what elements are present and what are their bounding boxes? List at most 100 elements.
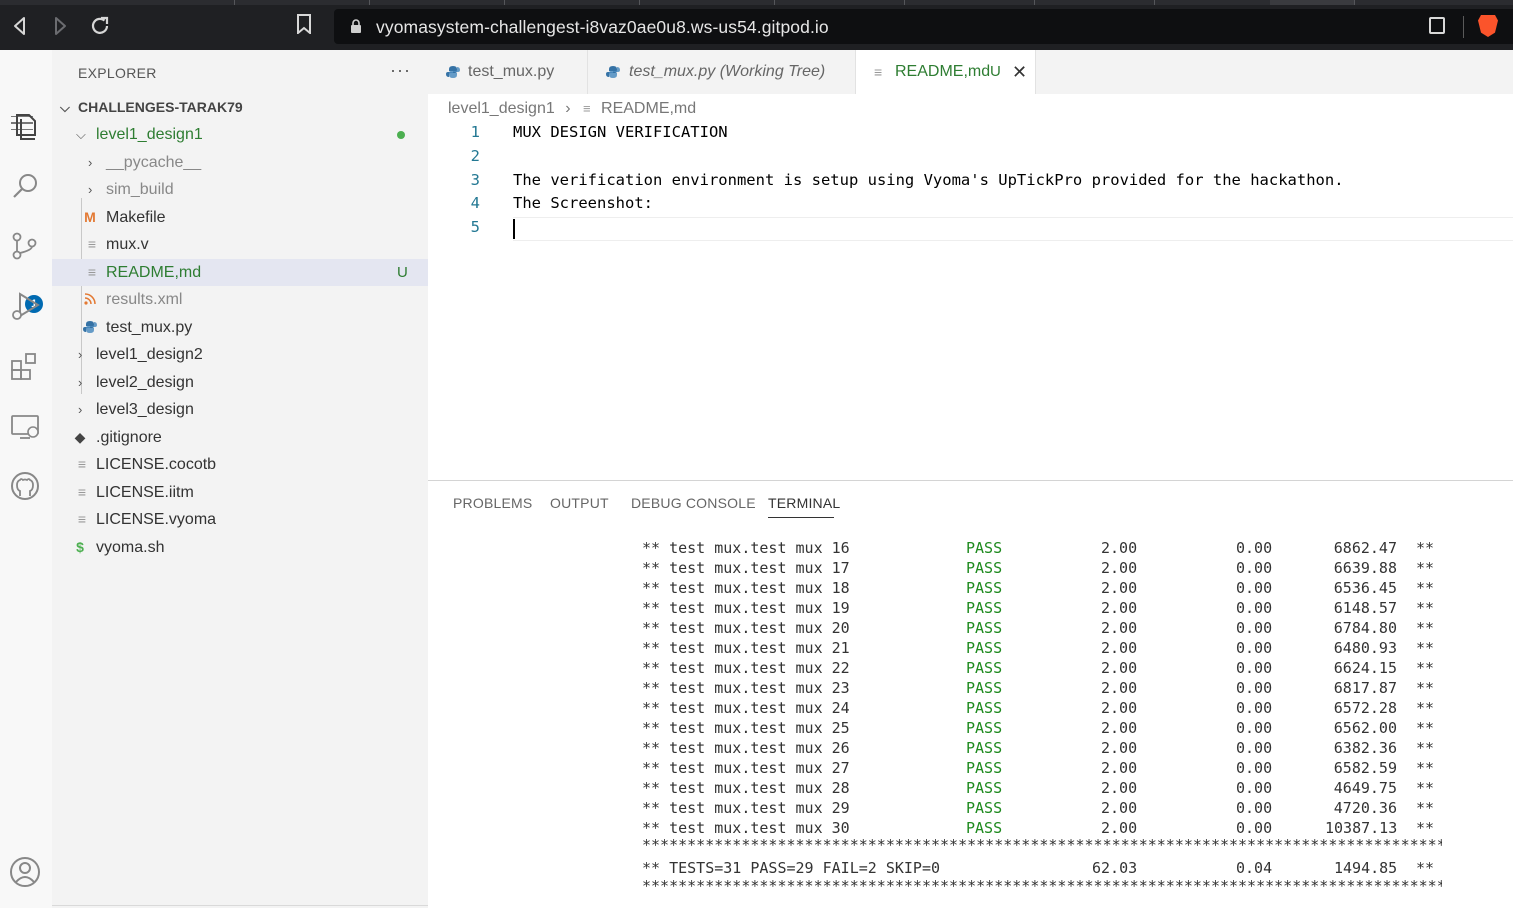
browser-tab[interactable] xyxy=(0,0,235,5)
forward-icon[interactable] xyxy=(48,14,72,38)
back-icon[interactable] xyxy=(8,14,32,38)
more-actions-icon[interactable]: ··· xyxy=(390,60,411,81)
extensions-icon[interactable] xyxy=(0,340,52,388)
github-icon[interactable] xyxy=(0,460,52,508)
test-result: PASS xyxy=(966,639,1003,657)
sim-time: 2.00 xyxy=(1101,779,1138,797)
test-name: ** test mux.test mux 24 xyxy=(642,699,850,717)
editor-area[interactable]: 1 MUX DESIGN VERIFICATION 2 3 The verifi… xyxy=(428,120,1513,480)
test-name: ** test mux.test mux 27 xyxy=(642,759,850,777)
browser-tab[interactable] xyxy=(370,0,505,5)
tree-item-makefile[interactable]: M Makefile xyxy=(52,204,428,231)
tree-item-vyoma-sh[interactable]: $ vyoma.sh xyxy=(52,534,428,561)
real-time: 0.00 xyxy=(1236,619,1273,637)
browser-tab-active[interactable] xyxy=(1270,0,1355,5)
tree-item-label: vyoma.sh xyxy=(96,539,165,556)
tree-item-pycache[interactable]: › __pycache__ xyxy=(52,149,428,176)
row-end: ** xyxy=(1416,619,1435,637)
tab-label: test_mux.py (Working Tree) xyxy=(629,63,826,80)
tab-debug-console[interactable]: DEBUG CONSOLE xyxy=(631,495,756,511)
tree-item-mux-v[interactable]: ≡ mux.v xyxy=(52,231,428,258)
address-bar[interactable]: vyomasystem-challengest-i8vaz0ae0u8.ws-u… xyxy=(334,9,1513,44)
tree-item-label: test_mux.py xyxy=(106,319,193,336)
browser-tab[interactable] xyxy=(1035,0,1155,5)
test-result: PASS xyxy=(966,559,1003,577)
sim-time: 2.00 xyxy=(1101,719,1138,737)
breadcrumb-folder[interactable]: level1_design1 xyxy=(448,98,555,120)
test-name: ** test mux.test mux 23 xyxy=(642,679,850,697)
code-line[interactable]: 3 The verification environment is setup … xyxy=(428,168,1513,192)
browser-tab[interactable] xyxy=(505,0,640,5)
search-icon[interactable] xyxy=(0,160,52,208)
real-time: 0.00 xyxy=(1236,739,1273,757)
tree-item-level1-design1[interactable]: ⌵ level1_design1 xyxy=(52,121,428,148)
tree-item-license-iitm[interactable]: ≡ LICENSE.iitm xyxy=(52,479,428,506)
tree-item-label: .gitignore xyxy=(96,429,162,446)
tree-item-gitignore[interactable]: ◆ .gitignore xyxy=(52,424,428,451)
tree-item-level1-design2[interactable]: › level1_design2 xyxy=(52,341,428,368)
row-end: ** xyxy=(1416,759,1435,777)
url-text[interactable]: vyomasystem-challengest-i8vaz0ae0u8.ws-u… xyxy=(376,17,829,38)
line-text: MUX DESIGN VERIFICATION xyxy=(513,123,728,141)
explorer-icon[interactable] xyxy=(0,100,52,148)
browser-tabstrip xyxy=(0,0,1513,5)
test-result: PASS xyxy=(966,739,1003,757)
sim-time: 2.00 xyxy=(1101,739,1138,757)
tab-output[interactable]: OUTPUT xyxy=(550,495,609,511)
sim-time: 2.00 xyxy=(1101,599,1138,617)
row-end: ** xyxy=(1416,579,1435,597)
source-control-icon[interactable] xyxy=(0,220,52,268)
tree-item-test-mux-py[interactable]: test_mux.py xyxy=(52,314,428,341)
ratio: 6862.47 xyxy=(1333,539,1397,557)
run-debug-icon[interactable] xyxy=(0,280,52,328)
tab-readme-md[interactable]: ≡ README,md U ✕ xyxy=(856,50,1036,94)
python-icon xyxy=(82,314,98,341)
code-line[interactable]: 2 xyxy=(428,144,1513,168)
remote-explorer-icon[interactable] xyxy=(0,400,52,448)
tab-problems[interactable]: PROBLEMS xyxy=(453,495,532,511)
row-end: ** xyxy=(1416,739,1435,757)
close-icon[interactable]: ✕ xyxy=(1012,50,1027,94)
tree-item-level3-design[interactable]: › level3_design xyxy=(52,396,428,423)
tree-item-sim-build[interactable]: › sim_build xyxy=(52,176,428,203)
row-end: ** xyxy=(1416,639,1435,657)
tab-test-mux-py[interactable]: test_mux.py xyxy=(428,50,588,94)
code-line[interactable]: 1 MUX DESIGN VERIFICATION xyxy=(428,120,1513,144)
code-line[interactable]: 5 xyxy=(428,215,1513,239)
browser-tab[interactable] xyxy=(775,0,905,5)
tree-item-license-vyoma[interactable]: ≡ LICENSE.vyoma xyxy=(52,506,428,533)
line-number: 1 xyxy=(470,123,480,141)
test-name: ** test mux.test mux 18 xyxy=(642,579,850,597)
browser-tab[interactable] xyxy=(235,0,370,5)
tree-item-label: level3_design xyxy=(96,401,194,418)
terminal-row: ** test mux.test mux 26 PASS 2.00 0.00 6382.… xyxy=(642,738,1442,758)
browser-tab[interactable] xyxy=(905,0,1035,5)
terminal-row: ** test mux.test mux 27 PASS 2.00 0.00 6582.… xyxy=(642,758,1442,778)
clipboard-icon[interactable] xyxy=(1429,17,1445,34)
file-lines-icon: ≡ xyxy=(874,64,883,80)
test-result: PASS xyxy=(966,719,1003,737)
tab-test-mux-py-working-tree[interactable]: test_mux.py (Working Tree) xyxy=(588,50,856,94)
line-text: The Screenshot: xyxy=(513,194,653,212)
terminal-row: ** test mux.test mux 17 PASS 2.00 0.00 6639.… xyxy=(642,558,1442,578)
tree-item-label: README,md xyxy=(106,264,202,281)
sim-time: 2.00 xyxy=(1101,799,1138,817)
real-time: 0.00 xyxy=(1236,599,1273,617)
terminal[interactable]: ** test mux.test mux 16 PASS 2.00 0.00 6862.… xyxy=(428,521,1513,908)
ratio: 6562.00 xyxy=(1333,719,1397,737)
workspace-root[interactable]: ⌵ CHALLENGES-TARAK79 xyxy=(52,94,428,121)
tree-item-results-xml[interactable]: results.xml xyxy=(52,286,428,313)
account-icon[interactable] xyxy=(0,846,52,894)
file-lines-icon: ≡ xyxy=(87,264,97,280)
browser-tab[interactable] xyxy=(640,0,775,5)
reload-icon[interactable] xyxy=(88,14,112,38)
code-line[interactable]: 4 The Screenshot: xyxy=(428,191,1513,215)
tree-item-license-cocotb[interactable]: ≡ LICENSE.cocotb xyxy=(52,451,428,478)
tree-item-readme[interactable]: ≡ README,md U xyxy=(52,259,428,286)
sim-time: 2.00 xyxy=(1101,559,1138,577)
ratio: 6817.87 xyxy=(1333,679,1397,697)
breadcrumb-file[interactable]: README,md xyxy=(601,98,696,120)
bookmark-icon[interactable] xyxy=(296,14,312,39)
tree-item-level2-design[interactable]: › level2_design xyxy=(52,369,428,396)
tab-terminal[interactable]: TERMINAL xyxy=(768,495,840,511)
